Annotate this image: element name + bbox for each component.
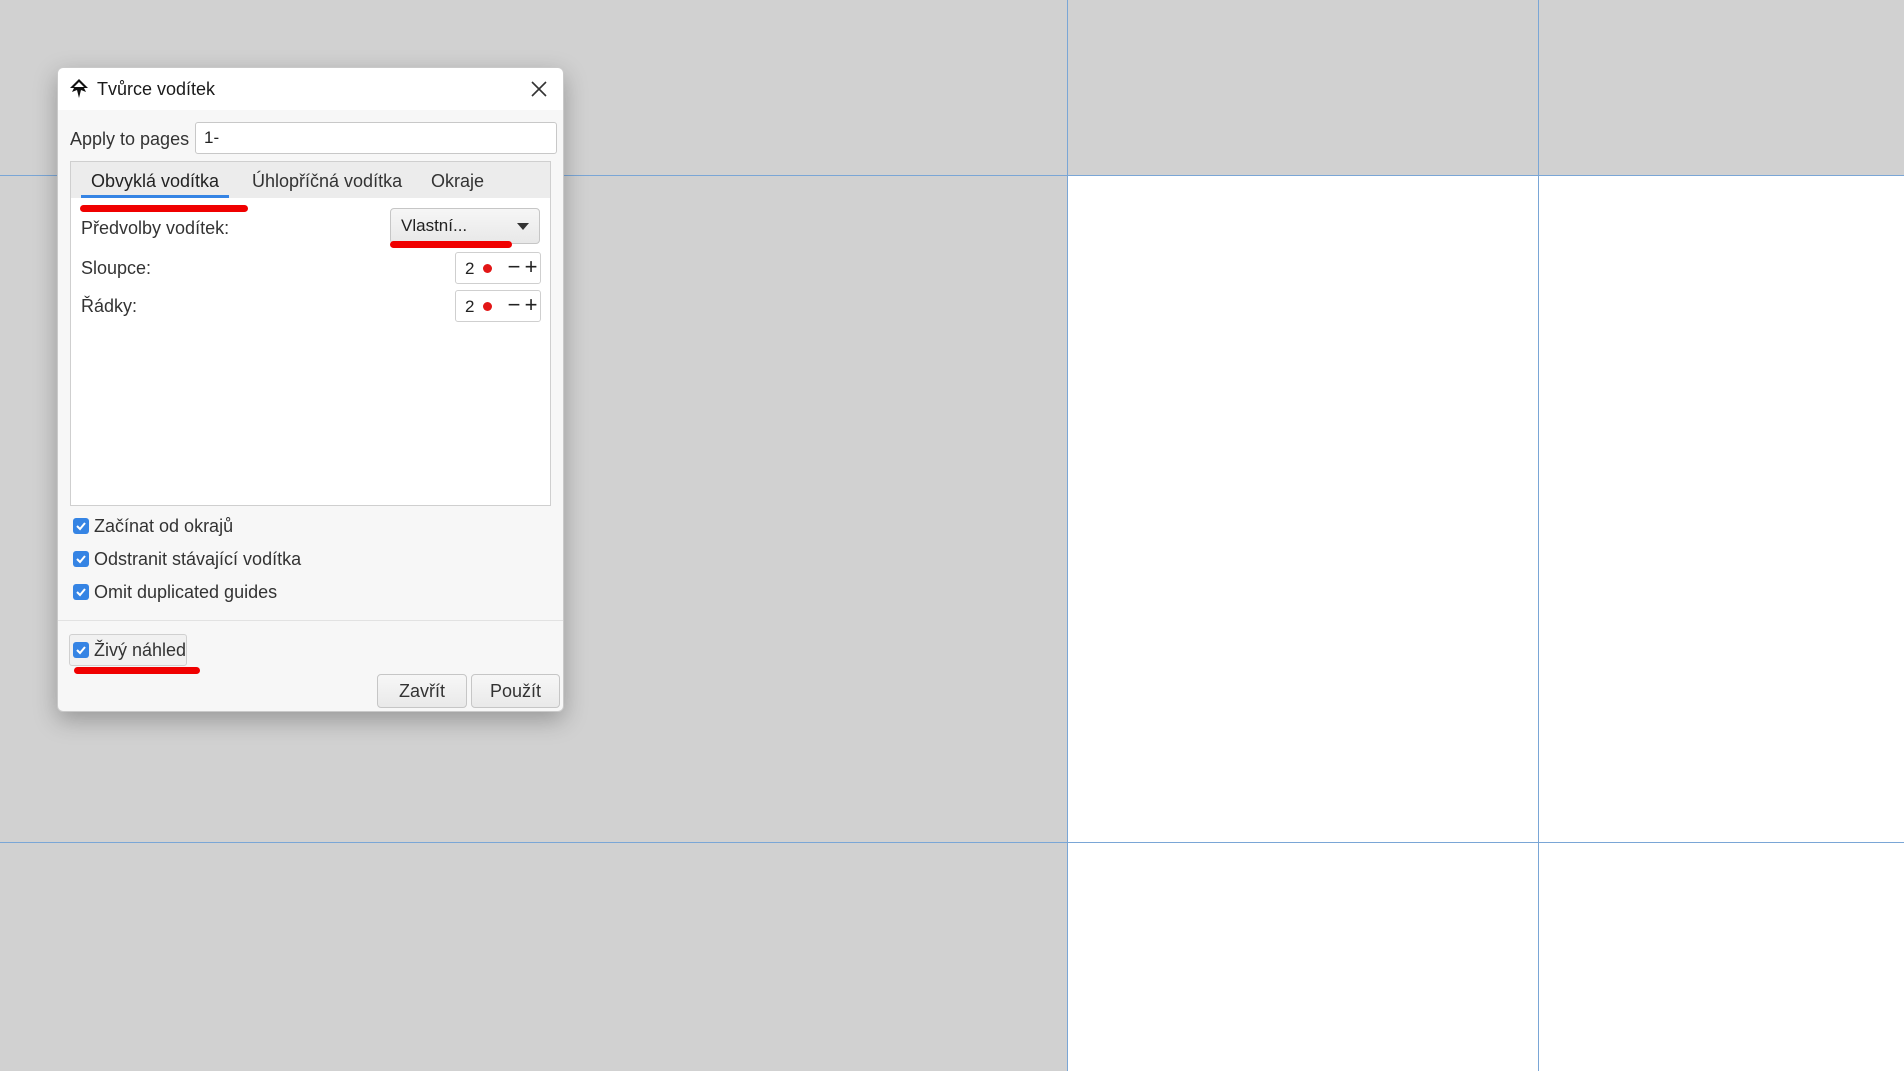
columns-label: Sloupce: [81,258,152,278]
rows-label: Řádky: [81,296,138,316]
tab-regular-guides[interactable]: Obvyklá vodítka [80,162,230,198]
columns-increment-button[interactable]: + [521,254,541,282]
presets-value: Vlastní... [401,216,468,235]
annotation-underline [74,667,200,674]
tab-bar: Obvyklá vodítka Úhlopříčná vodítka Okraj… [71,162,550,198]
guides-creator-dialog: Tvůrce vodítek Apply to pages Obvyklá vo… [57,67,564,712]
checkmark-icon [73,518,89,534]
apply-button[interactable]: Použít [471,674,560,708]
columns-value: 2 [465,259,475,278]
tab-diagonal-guides[interactable]: Úhlopříčná vodítka [252,162,402,198]
checkmark-icon [73,584,89,600]
divider [58,620,563,621]
live-preview-checkbox[interactable]: Živý náhled [73,638,186,662]
presets-dropdown[interactable]: Vlastní... [390,208,540,244]
omit-duplicated-guides-label: Omit duplicated guides [94,581,278,602]
modified-dot-icon [483,264,492,273]
apply-to-pages-label: Apply to pages [70,129,190,149]
live-preview-label: Živý náhled [94,639,187,660]
columns-spinbox[interactable]: 2 − + [455,252,541,284]
document-page [1067,175,1904,1071]
close-button[interactable]: Zavřít [377,674,467,708]
guide-vertical[interactable] [1067,0,1068,1071]
modified-dot-icon [483,302,492,311]
dropdown-arrow-icon [517,223,529,230]
checkmark-icon [73,551,89,567]
rows-value: 2 [465,297,475,316]
dialog-title: Tvůrce vodítek [97,79,216,99]
start-from-edges-checkbox[interactable]: Začínat od okrajů [73,514,233,538]
remove-existing-guides-label: Odstranit stávající vodítka [94,548,302,569]
inkscape-icon [70,79,88,98]
annotation-underline [390,241,512,248]
rows-spinbox[interactable]: 2 − + [455,290,541,322]
apply-to-pages-input[interactable] [195,122,557,154]
checkmark-icon [73,642,89,658]
guides-notebook: Obvyklá vodítka Úhlopříčná vodítka Okraj… [70,161,551,506]
remove-existing-guides-checkbox[interactable]: Odstranit stávající vodítka [73,547,301,571]
rows-increment-button[interactable]: + [521,292,541,320]
close-icon[interactable] [523,74,555,104]
omit-duplicated-guides-checkbox[interactable]: Omit duplicated guides [73,580,277,604]
dialog-titlebar[interactable]: Tvůrce vodítek [58,68,563,110]
guide-vertical[interactable] [1538,0,1539,1071]
annotation-underline [80,205,248,212]
tab-margins[interactable]: Okraje [431,162,484,198]
start-from-edges-label: Začínat od okrajů [94,515,234,536]
presets-label: Předvolby vodítek: [81,218,230,238]
guide-horizontal[interactable] [0,842,1904,843]
